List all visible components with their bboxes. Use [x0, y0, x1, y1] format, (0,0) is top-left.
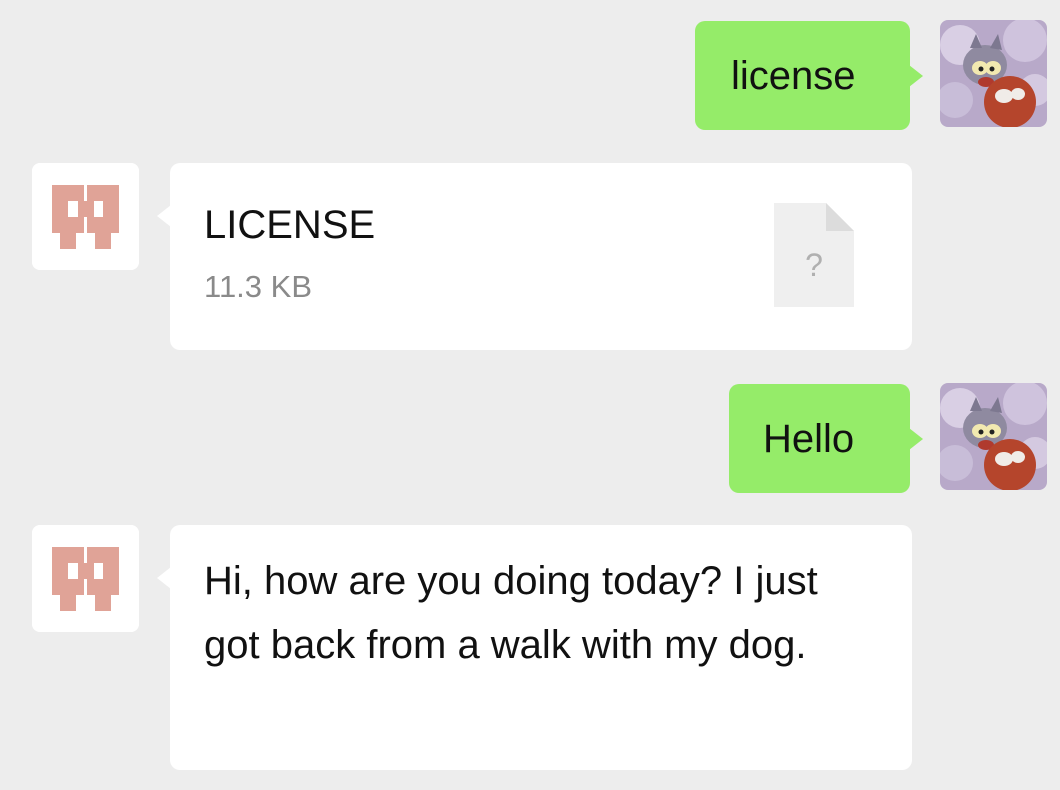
- file-icon-glyph: ?: [805, 247, 823, 283]
- bubble-tail: [909, 428, 923, 450]
- sent-message-bubble[interactable]: Hello: [729, 384, 923, 493]
- file-size: 11.3 KB: [204, 269, 313, 304]
- message-text: Hello: [763, 417, 855, 461]
- cat-avatar-icon: [940, 383, 1047, 490]
- message-text: Hi, how are you doing today? I just got …: [204, 559, 818, 667]
- pixel-identicon-avatar[interactable]: [32, 163, 139, 270]
- bubble-tail: [909, 65, 923, 87]
- unknown-file-icon: ?: [774, 203, 854, 307]
- bubble-tail: [157, 205, 171, 227]
- file-name: LICENSE: [204, 203, 376, 247]
- identicon-icon: [32, 525, 139, 632]
- received-message-bubble[interactable]: Hi, how are you doing today? I just got …: [157, 525, 912, 770]
- pixel-identicon-avatar[interactable]: [32, 525, 139, 632]
- bubble-tail: [157, 567, 171, 589]
- cat-avatar[interactable]: [940, 20, 1047, 127]
- cat-avatar-icon: [940, 20, 1047, 127]
- cat-avatar[interactable]: [940, 383, 1047, 490]
- identicon-icon: [32, 163, 139, 270]
- file-message-bubble[interactable]: LICENSE 11.3 KB ?: [157, 163, 912, 350]
- sent-message-bubble[interactable]: license: [695, 21, 923, 130]
- message-text: license: [731, 54, 856, 98]
